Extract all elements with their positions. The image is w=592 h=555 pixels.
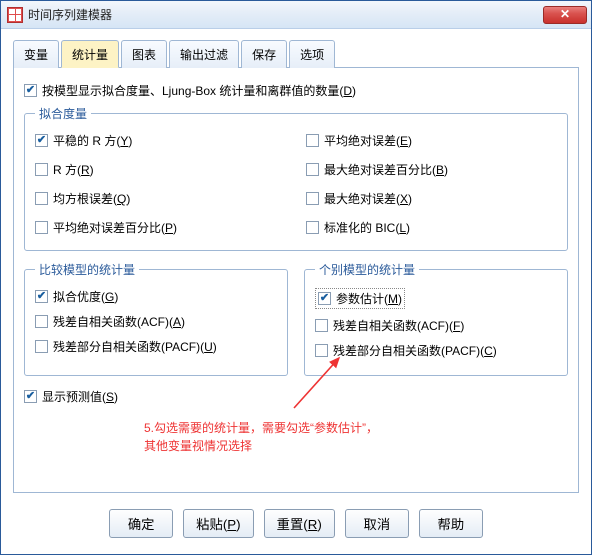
- fit-check-4[interactable]: 均方根误差(Q): [35, 190, 286, 207]
- checkbox-icon: [315, 344, 328, 357]
- compare-check-1[interactable]: 残差自相关函数(ACF)(A): [35, 313, 277, 330]
- two-column-groups: 比较模型的统计量 拟合优度(G) 残差自相关函数(ACF)(A) 残差部分自相关函数…: [24, 261, 568, 376]
- fit-check-3[interactable]: 最大绝对误差百分比(B): [306, 161, 557, 178]
- fit-check-1[interactable]: 平均绝对误差(E): [306, 132, 557, 149]
- label-text: 参数估计(M): [336, 290, 402, 307]
- fit-check-2[interactable]: R 方(R): [35, 161, 286, 178]
- label-text: 标准化的 BIC(L): [324, 219, 410, 236]
- label-text: 残差自相关函数(ACF)(A): [53, 313, 185, 330]
- individual-check-2[interactable]: 残差部分自相关函数(PACF)(C): [315, 342, 557, 359]
- checkbox-icon: [24, 84, 37, 97]
- label-text: 残差部分自相关函数(PACF)(U): [53, 338, 217, 355]
- checkbox-icon: [306, 221, 319, 234]
- checkbox-icon: [306, 134, 319, 147]
- ok-button[interactable]: 确定: [109, 509, 173, 538]
- accel-key: S: [106, 390, 114, 404]
- button-bar: 确定 粘贴(P) 重置(R) 取消 帮助: [1, 497, 591, 554]
- fit-check-0[interactable]: 平稳的 R 方(Y): [35, 132, 286, 149]
- dialog-window: 时间序列建模器 ✕ 变量统计量图表输出过滤保存选项 按模型显示拟合度量、Ljun…: [0, 0, 592, 555]
- compare-check-0[interactable]: 拟合优度(G): [35, 288, 277, 305]
- checkbox-icon: [35, 290, 48, 303]
- tab-5[interactable]: 选项: [289, 40, 335, 68]
- label-text: 最大绝对误差(X): [324, 190, 412, 207]
- label-text: 显示预测值(S): [42, 388, 118, 405]
- fit-legend: 拟合度量: [35, 105, 91, 122]
- reset-button[interactable]: 重置(R): [264, 509, 335, 538]
- annotation-text: 5.勾选需要的统计量，需要勾选“参数估计”， 其他变量视情况选择: [144, 419, 568, 455]
- checkbox-icon: [35, 163, 48, 176]
- individual-check-1[interactable]: 残差自相关函数(ACF)(F): [315, 317, 557, 334]
- label-text: 按模型显示拟合度量、Ljung-Box 统计量和离群值的数量(D): [42, 82, 356, 99]
- compare-check-2[interactable]: 残差部分自相关函数(PACF)(U): [35, 338, 277, 355]
- checkbox-icon: [318, 292, 331, 305]
- title-bar: 时间序列建模器 ✕: [1, 1, 591, 29]
- show-forecast-check[interactable]: 显示预测值(S): [24, 388, 568, 405]
- label-text: R 方(R): [53, 161, 94, 178]
- display-by-model-check[interactable]: 按模型显示拟合度量、Ljung-Box 统计量和离群值的数量(D): [24, 82, 568, 99]
- close-button[interactable]: ✕: [543, 6, 587, 24]
- fit-check-7[interactable]: 标准化的 BIC(L): [306, 219, 557, 236]
- annotation-layer: 显示预测值(S) 5.勾选需要的统计量，需要勾选“参数估计”， 其他变量视情况选…: [24, 388, 568, 455]
- checkbox-icon: [24, 390, 37, 403]
- checkbox-icon: [35, 134, 48, 147]
- fit-check-5[interactable]: 最大绝对误差(X): [306, 190, 557, 207]
- help-button[interactable]: 帮助: [419, 509, 483, 538]
- individual-models-group: 个别模型的统计量 参数估计(M) 残差自相关函数(ACF)(F) 残差部分自相关函数…: [304, 261, 568, 376]
- tab-page-statistics: 按模型显示拟合度量、Ljung-Box 统计量和离群值的数量(D) 拟合度量 平…: [13, 68, 579, 493]
- paste-button[interactable]: 粘贴(P): [183, 509, 253, 538]
- fit-measures-group: 拟合度量 平稳的 R 方(Y) 平均绝对误差(E) R 方(R) 最大绝对误差百分比(…: [24, 105, 568, 251]
- tab-3[interactable]: 输出过滤: [169, 40, 239, 68]
- label-text: 残差自相关函数(ACF)(F): [333, 317, 464, 334]
- label-text: 均方根误差(Q): [53, 190, 130, 207]
- label-text: 平稳的 R 方(Y): [53, 132, 132, 149]
- content-area: 变量统计量图表输出过滤保存选项 按模型显示拟合度量、Ljung-Box 统计量和…: [1, 29, 591, 497]
- label-text: 拟合优度(G): [53, 288, 118, 305]
- tab-4[interactable]: 保存: [241, 40, 287, 68]
- checkbox-icon: [35, 221, 48, 234]
- checkbox-icon: [35, 340, 48, 353]
- fit-check-6[interactable]: 平均绝对误差百分比(P): [35, 219, 286, 236]
- checkbox-icon: [306, 163, 319, 176]
- label-text: 平均绝对误差百分比(P): [53, 219, 177, 236]
- label-text: 最大绝对误差百分比(B): [324, 161, 448, 178]
- compare-legend: 比较模型的统计量: [35, 261, 139, 278]
- label-text: 平均绝对误差(E): [324, 132, 412, 149]
- checkbox-icon: [306, 192, 319, 205]
- cancel-button[interactable]: 取消: [345, 509, 409, 538]
- app-icon: [7, 7, 23, 23]
- individual-check-0[interactable]: 参数估计(M): [315, 288, 557, 309]
- tab-0[interactable]: 变量: [13, 40, 59, 68]
- label-text: 残差部分自相关函数(PACF)(C): [333, 342, 497, 359]
- individual-legend: 个别模型的统计量: [315, 261, 419, 278]
- checkbox-icon: [35, 315, 48, 328]
- window-title: 时间序列建模器: [28, 6, 543, 23]
- tab-1[interactable]: 统计量: [61, 40, 119, 68]
- checkbox-icon: [35, 192, 48, 205]
- accel-key: D: [343, 84, 352, 98]
- checkbox-icon: [315, 319, 328, 332]
- compare-models-group: 比较模型的统计量 拟合优度(G) 残差自相关函数(ACF)(A) 残差部分自相关函数…: [24, 261, 288, 376]
- tab-2[interactable]: 图表: [121, 40, 167, 68]
- tab-strip: 变量统计量图表输出过滤保存选项: [13, 39, 579, 68]
